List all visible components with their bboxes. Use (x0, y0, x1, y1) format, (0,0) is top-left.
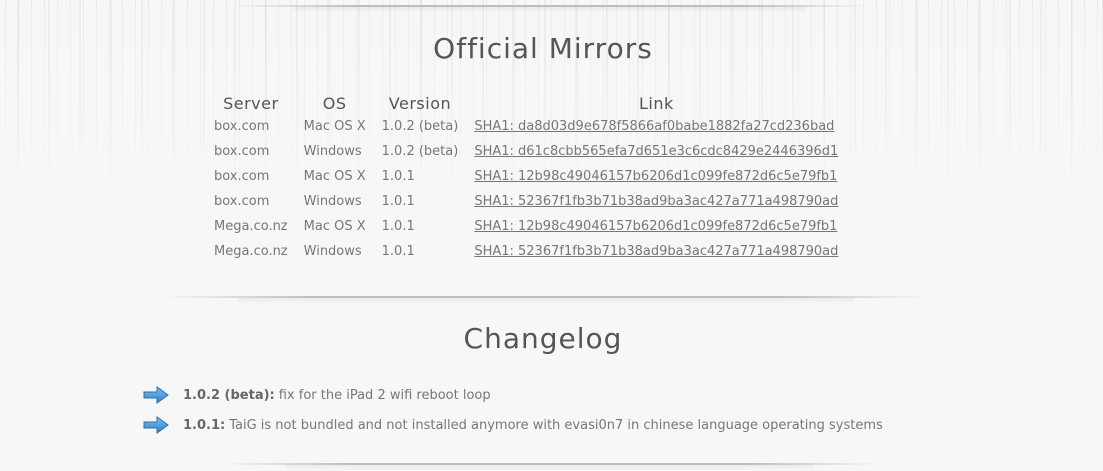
bottom-divider (220, 463, 880, 471)
server-cell: Mega.co.nz (214, 244, 288, 259)
top-divider (230, 5, 870, 13)
changelog-version: 1.0.1: (183, 417, 226, 433)
link-cell: SHA1: 12b98c49046157b6206d1c099fe872d6c5… (466, 164, 846, 189)
os-cell: Mac OS X (303, 169, 366, 184)
table-row: box.com Mac OS X 1.0.2 (beta) SHA1: da8d… (206, 114, 846, 139)
server-cell: box.com (214, 194, 270, 209)
changelog-text: TaiG is not bundled and not installed an… (229, 417, 883, 433)
os-cell: Windows (303, 194, 362, 209)
header-server: Server (223, 93, 279, 113)
server-cell: box.com (214, 144, 270, 159)
changelog-version: 1.0.2 (beta): (183, 387, 275, 403)
version-cell: 1.0.2 (beta) (381, 144, 459, 159)
version-cell: 1.0.1 (381, 244, 415, 259)
list-item: 1.0.1: TaiG is not bundled and not insta… (143, 410, 883, 440)
os-cell: Mac OS X (303, 219, 366, 234)
server-cell: Mega.co.nz (214, 219, 288, 234)
link-cell: SHA1: 52367f1fb3b71b38ad9ba3ac427a771a49… (466, 189, 846, 214)
link-cell: SHA1: 52367f1fb3b71b38ad9ba3ac427a771a49… (466, 239, 846, 264)
list-item: 1.0.2 (beta): fix for the iPad 2 wifi re… (143, 380, 883, 410)
table-row: box.com Windows 1.0.2 (beta) SHA1: d61c8… (206, 139, 846, 164)
arrow-right-icon (143, 416, 169, 434)
header-link: Link (638, 93, 674, 113)
server-cell: box.com (214, 169, 270, 184)
link-cell: SHA1: d61c8cbb565efa7d651e3c6cdc8429e244… (466, 139, 846, 164)
os-cell: Windows (303, 144, 362, 159)
arrow-right-icon (143, 386, 169, 404)
download-link[interactable]: SHA1: 52367f1fb3b71b38ad9ba3ac427a771a49… (474, 194, 838, 209)
table-row: Mega.co.nz Mac OS X 1.0.1 SHA1: 12b98c49… (206, 214, 846, 239)
table-row: Mega.co.nz Windows 1.0.1 SHA1: 52367f1fb… (206, 239, 846, 264)
table-header-row: Server OS Version Link (206, 92, 846, 114)
changelog-list: 1.0.2 (beta): fix for the iPad 2 wifi re… (143, 380, 883, 440)
changelog-text: fix for the iPad 2 wifi reboot loop (278, 387, 491, 403)
version-cell: 1.0.1 (381, 219, 415, 234)
download-link[interactable]: SHA1: 12b98c49046157b6206d1c099fe872d6c5… (474, 219, 837, 234)
link-cell: SHA1: da8d03d9e678f5866af0babe1882fa27cd… (466, 114, 846, 139)
version-cell: 1.0.1 (381, 169, 415, 184)
changelog-title: Changelog (463, 322, 623, 355)
table-row: box.com Mac OS X 1.0.1 SHA1: 12b98c49046… (206, 164, 846, 189)
server-cell: box.com (214, 119, 270, 134)
version-cell: 1.0.2 (beta) (381, 119, 459, 134)
os-cell: Windows (303, 244, 362, 259)
download-link[interactable]: SHA1: 52367f1fb3b71b38ad9ba3ac427a771a49… (474, 244, 838, 259)
version-cell: 1.0.1 (381, 194, 415, 209)
mirrors-title: Official Mirrors (433, 32, 653, 65)
os-cell: Mac OS X (303, 119, 366, 134)
link-cell: SHA1: 12b98c49046157b6206d1c099fe872d6c5… (466, 214, 846, 239)
header-version: Version (388, 93, 452, 113)
download-link[interactable]: SHA1: 12b98c49046157b6206d1c099fe872d6c5… (474, 169, 837, 184)
download-link[interactable]: SHA1: da8d03d9e678f5866af0babe1882fa27cd… (474, 119, 834, 134)
middle-divider (160, 296, 930, 304)
table-row: box.com Windows 1.0.1 SHA1: 52367f1fb3b7… (206, 189, 846, 214)
header-os: OS (322, 93, 347, 113)
mirrors-table: Server OS Version Link box.com Mac OS X … (206, 92, 846, 264)
download-link[interactable]: SHA1: d61c8cbb565efa7d651e3c6cdc8429e244… (474, 144, 838, 159)
